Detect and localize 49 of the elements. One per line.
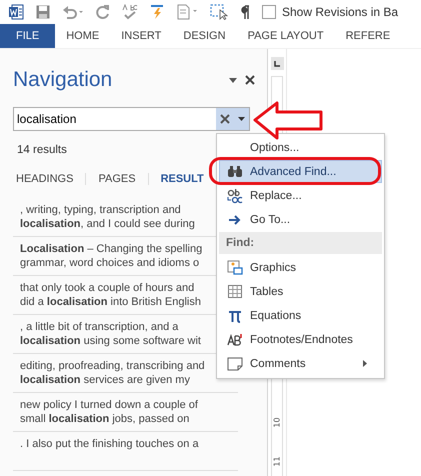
result-text: that only took a couple of hours and xyxy=(20,281,194,295)
undo-icon[interactable] xyxy=(62,5,84,19)
ribbon-tab[interactable]: PAGE LAYOUT xyxy=(236,24,335,48)
table-icon xyxy=(228,285,242,298)
ribbon-tab[interactable]: FILE xyxy=(0,24,56,48)
menu-header: Find: xyxy=(219,232,382,254)
pilcrow-icon[interactable] xyxy=(240,5,250,19)
pane-tab[interactable]: HEADINGS xyxy=(14,173,86,185)
pi-icon xyxy=(228,308,242,322)
redo-icon[interactable] xyxy=(96,5,110,19)
word-logo-icon[interactable] xyxy=(8,4,24,20)
menu-item[interactable]: Advanced Find... xyxy=(219,160,382,183)
result-text: localisation, and I could see during xyxy=(20,217,195,231)
replace-icon xyxy=(227,188,243,204)
result-text: Localisation – Changing the spelling xyxy=(20,242,202,256)
result-text: . I also put the finishing touches on a xyxy=(20,437,199,451)
pane-tab[interactable]: PAGES xyxy=(85,173,148,185)
result-text: , writing, typing, transcription and xyxy=(20,203,181,217)
ribbon-tab[interactable]: DESIGN xyxy=(172,24,237,48)
ribbon-tab[interactable]: HOME xyxy=(55,24,110,48)
submenu-arrow-icon xyxy=(363,360,367,367)
format-painter-icon[interactable] xyxy=(150,4,164,20)
result-text: grammar, word choices and idioms o xyxy=(20,256,200,270)
result-text: small localisation jobs, passed on xyxy=(20,412,190,426)
result-text: localisation services are given my xyxy=(20,373,190,387)
pane-title: Navigation xyxy=(13,68,112,92)
show-revisions-checkbox[interactable] xyxy=(262,5,276,19)
edit-document-icon[interactable] xyxy=(176,4,198,20)
save-icon[interactable] xyxy=(36,5,50,19)
arrow-right-icon xyxy=(228,214,242,224)
result-text: new policy I turned down a couple of xyxy=(20,398,198,412)
result-text: did a localisation into British English xyxy=(20,295,201,309)
ribbon-tab[interactable]: INSERT xyxy=(110,24,172,48)
close-icon[interactable] xyxy=(245,75,255,85)
ruler-number: 10 xyxy=(272,417,282,428)
ribbon-tab[interactable]: REFERE xyxy=(334,24,402,48)
result-text: localisation using some software wit xyxy=(20,334,201,348)
footnote-icon xyxy=(227,334,243,346)
graphics-icon xyxy=(227,260,243,276)
result-text: editing, proofreading, transcribing and xyxy=(20,359,205,373)
spelling-check-icon[interactable] xyxy=(122,4,138,20)
tab-selector-icon[interactable] xyxy=(270,57,284,70)
comment-icon xyxy=(227,356,243,370)
binoculars-icon xyxy=(227,166,243,178)
dropdown-caret-icon[interactable] xyxy=(229,78,237,82)
show-revisions-label: Show Revisions in Ba xyxy=(282,5,398,19)
selection-icon[interactable] xyxy=(210,4,228,20)
ruler-number: 11 xyxy=(272,456,282,467)
result-text: , a little bit of transcription, and a xyxy=(20,320,178,334)
